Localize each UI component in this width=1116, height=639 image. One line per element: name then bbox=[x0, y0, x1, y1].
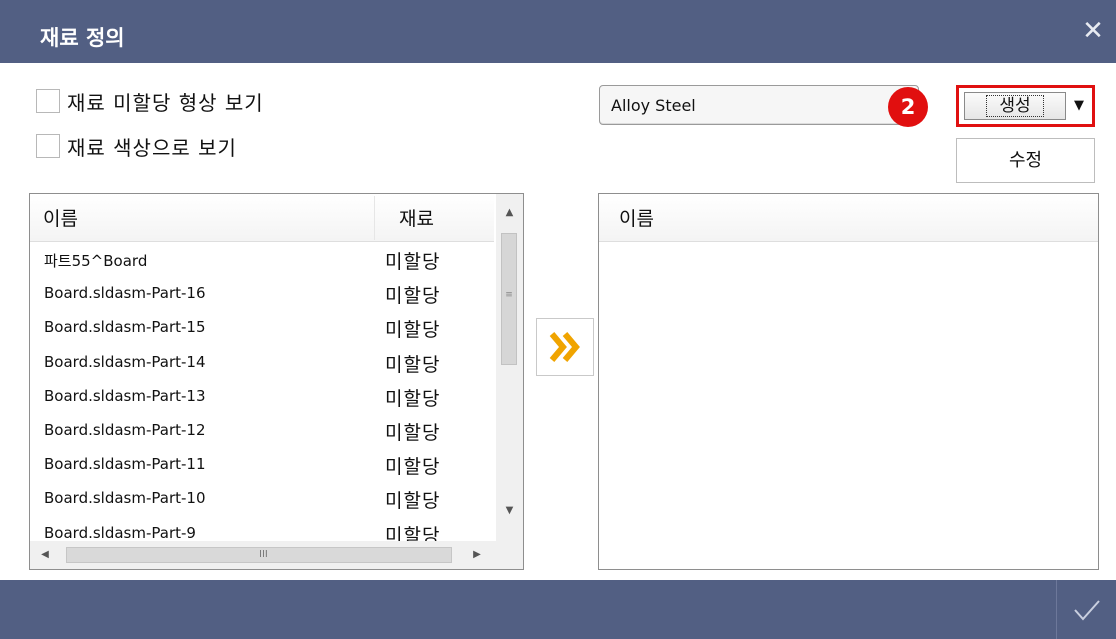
show-by-color-checkbox[interactable] bbox=[36, 134, 60, 158]
scroll-up-icon[interactable]: ▲ bbox=[496, 202, 523, 224]
row-material: 미할당 bbox=[385, 387, 441, 410]
scroll-down-icon[interactable]: ▼ bbox=[496, 500, 523, 522]
grip-icon: ≡ bbox=[505, 290, 513, 300]
grip-icon: III bbox=[259, 549, 268, 560]
step-badge: 2 bbox=[888, 87, 928, 127]
row-name: Board.sldasm-Part-13 bbox=[44, 386, 206, 405]
dialog-titlebar: 재료 정의 ✕ bbox=[0, 0, 1116, 63]
row-material: 미할당 bbox=[385, 421, 441, 444]
show-unassigned-label: 재료 미할당 형상 보기 bbox=[67, 90, 264, 115]
table-row[interactable]: Board.sldasm-Part-15 미할당 bbox=[30, 314, 494, 348]
row-name: Board.sldasm-Part-15 bbox=[44, 318, 206, 337]
menu-item-edit[interactable]: 수정 bbox=[956, 138, 1095, 183]
close-icon[interactable]: ✕ bbox=[1080, 18, 1106, 44]
double-chevron-right-icon bbox=[549, 332, 580, 362]
checkmark-icon bbox=[1074, 600, 1100, 621]
show-unassigned-option[interactable]: 재료 미할당 형상 보기 bbox=[36, 87, 264, 115]
create-button-label: 생성 bbox=[986, 95, 1044, 117]
show-by-color-option[interactable]: 재료 색상으로 보기 bbox=[36, 132, 237, 160]
show-by-color-label: 재료 색상으로 보기 bbox=[67, 135, 237, 160]
row-name: Board.sldasm-Part-11 bbox=[44, 455, 206, 474]
column-header-name[interactable]: 이름 bbox=[43, 194, 78, 244]
chevron-down-icon[interactable]: ▼ bbox=[1069, 92, 1089, 120]
row-name: Board.sldasm-Part-14 bbox=[44, 352, 206, 371]
horizontal-scrollbar[interactable]: ◀ III ▶ bbox=[30, 541, 496, 569]
table-row[interactable]: Board.sldasm-Part-16 미할당 bbox=[30, 280, 494, 314]
confirm-button[interactable] bbox=[1056, 580, 1116, 639]
row-material: 미할당 bbox=[385, 353, 441, 376]
assigned-list: 이름 bbox=[598, 193, 1099, 570]
row-material: 미할당 bbox=[385, 319, 441, 342]
table-row[interactable]: 파트55^Board 미할당 bbox=[30, 246, 494, 280]
table-row[interactable]: Board.sldasm-Part-13 미할당 bbox=[30, 383, 494, 417]
assigned-list-header: 이름 bbox=[599, 194, 1098, 242]
transfer-button[interactable] bbox=[536, 318, 594, 376]
material-select[interactable]: Alloy Steel bbox=[599, 85, 919, 125]
dialog-title: 재료 정의 bbox=[40, 26, 125, 50]
table-row[interactable]: Board.sldasm-Part-12 미할당 bbox=[30, 417, 494, 451]
row-material: 미할당 bbox=[385, 490, 441, 513]
create-split-button: 생성 ▼ bbox=[956, 85, 1095, 127]
scroll-left-icon[interactable]: ◀ bbox=[34, 541, 56, 569]
horizontal-scroll-thumb[interactable]: III bbox=[66, 547, 452, 563]
table-row[interactable]: Board.sldasm-Part-11 미할당 bbox=[30, 451, 494, 485]
row-material: 미할당 bbox=[385, 251, 441, 273]
table-row[interactable]: Board.sldasm-Part-10 미할당 bbox=[30, 485, 494, 519]
create-button[interactable]: 생성 bbox=[964, 92, 1066, 120]
scrollbar-corner bbox=[496, 541, 523, 569]
parts-list: 이름 재료 파트55^Board 미할당 Board.sldasm-Part-16… bbox=[29, 193, 524, 570]
column-header-material[interactable]: 재료 bbox=[399, 194, 434, 244]
dialog-footer bbox=[0, 580, 1116, 639]
vertical-scrollbar[interactable]: ▲ ≡ ▼ bbox=[496, 194, 523, 541]
row-name: Board.sldasm-Part-9 bbox=[44, 523, 196, 542]
row-name: 파트55^Board bbox=[44, 252, 148, 270]
row-material: 미할당 bbox=[385, 456, 441, 479]
row-name: Board.sldasm-Part-10 bbox=[44, 489, 206, 508]
row-name: Board.sldasm-Part-12 bbox=[44, 420, 206, 439]
row-material: 미할당 bbox=[385, 285, 441, 308]
row-name: Board.sldasm-Part-16 bbox=[44, 284, 206, 303]
show-unassigned-checkbox[interactable] bbox=[36, 89, 60, 113]
material-select-value: Alloy Steel bbox=[611, 96, 696, 115]
column-divider[interactable] bbox=[374, 196, 375, 240]
scroll-right-icon[interactable]: ▶ bbox=[466, 541, 488, 569]
parts-list-header: 이름 재료 bbox=[30, 194, 494, 242]
table-row[interactable]: Board.sldasm-Part-14 미할당 bbox=[30, 349, 494, 383]
parts-list-rows: 파트55^Board 미할당 Board.sldasm-Part-16 미할당 Bo… bbox=[30, 246, 494, 554]
column-header-name[interactable]: 이름 bbox=[619, 194, 654, 244]
